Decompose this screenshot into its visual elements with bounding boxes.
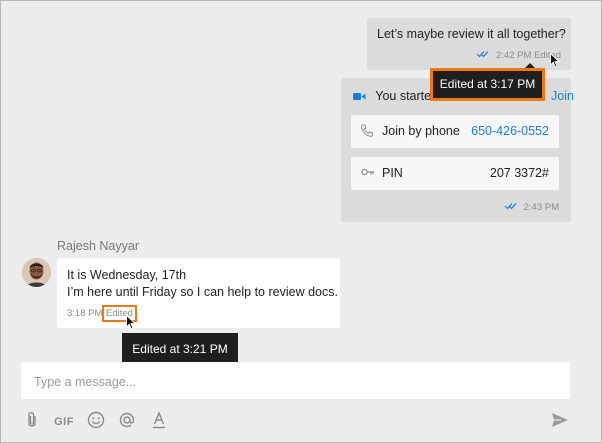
message-meta: 2:42 PM Edited <box>476 50 561 61</box>
edited-tooltip: Edited at 3:17 PM <box>430 63 545 101</box>
send-icon <box>551 412 569 433</box>
edited-tooltip-text: Edited at 3:17 PM <box>439 77 536 91</box>
join-link[interactable]: Join <box>551 89 574 103</box>
pin-value: 207 3372# <box>489 166 549 180</box>
message-meta: 3:18 PM Edited <box>67 305 137 322</box>
gif-button[interactable]: GIF <box>52 411 76 433</box>
meeting-meta: 2:43 PM <box>504 202 559 213</box>
meeting-heading: You started Join <box>353 89 574 104</box>
phone-number-link[interactable]: 650-426-0552 <box>471 124 549 138</box>
pin-row: PIN 207 3372# <box>351 157 559 190</box>
message-input[interactable] <box>32 362 563 401</box>
attach-button[interactable] <box>24 411 40 433</box>
composer-toolbar: GIF <box>0 408 602 436</box>
avatar[interactable] <box>22 258 51 287</box>
meeting-heading-text: You started <box>375 89 439 103</box>
message-line-1: It is Wednesday, 17th <box>67 268 187 282</box>
message-time: 2:42 PM <box>496 50 532 62</box>
check-double-icon <box>476 50 490 61</box>
check-double-icon <box>504 202 518 213</box>
mention-button[interactable] <box>117 411 137 433</box>
mention-icon <box>118 411 136 434</box>
emoji-icon <box>87 411 105 434</box>
key-icon <box>361 166 375 180</box>
attachment-icon <box>26 411 38 434</box>
format-text-button[interactable] <box>150 410 168 434</box>
mouse-cursor-icon <box>550 53 560 68</box>
message-line-2: I’m here until Friday so I can help to r… <box>67 285 338 299</box>
edited-tooltip-text: Edited at 3:21 PM <box>132 342 228 356</box>
sender-name: Rajesh Nayyar <box>57 239 139 253</box>
message-composer <box>21 362 570 401</box>
mouse-cursor-icon <box>126 315 136 330</box>
text-format-icon <box>152 410 166 434</box>
pin-label: PIN <box>382 166 403 180</box>
outgoing-message[interactable]: Let’s maybe review it all together? 2:42… <box>367 18 571 70</box>
video-camera-icon <box>353 90 366 104</box>
incoming-message[interactable]: It is Wednesday, 17th I’m here until Fri… <box>57 258 340 328</box>
join-by-phone-row[interactable]: Join by phone 650-426-0552 <box>351 115 559 148</box>
send-button[interactable] <box>550 411 570 433</box>
join-by-phone-label: Join by phone <box>382 124 460 138</box>
message-text: Let’s maybe review it all together? <box>377 27 566 41</box>
phone-icon <box>360 124 373 140</box>
meeting-time: 2:43 PM <box>523 202 559 214</box>
gif-label: GIF <box>54 416 74 428</box>
tooltip-caret <box>525 63 535 68</box>
emoji-button[interactable] <box>86 411 106 433</box>
message-time: 3:18 PM <box>67 308 103 319</box>
edited-tooltip: Edited at 3:21 PM <box>122 333 238 365</box>
